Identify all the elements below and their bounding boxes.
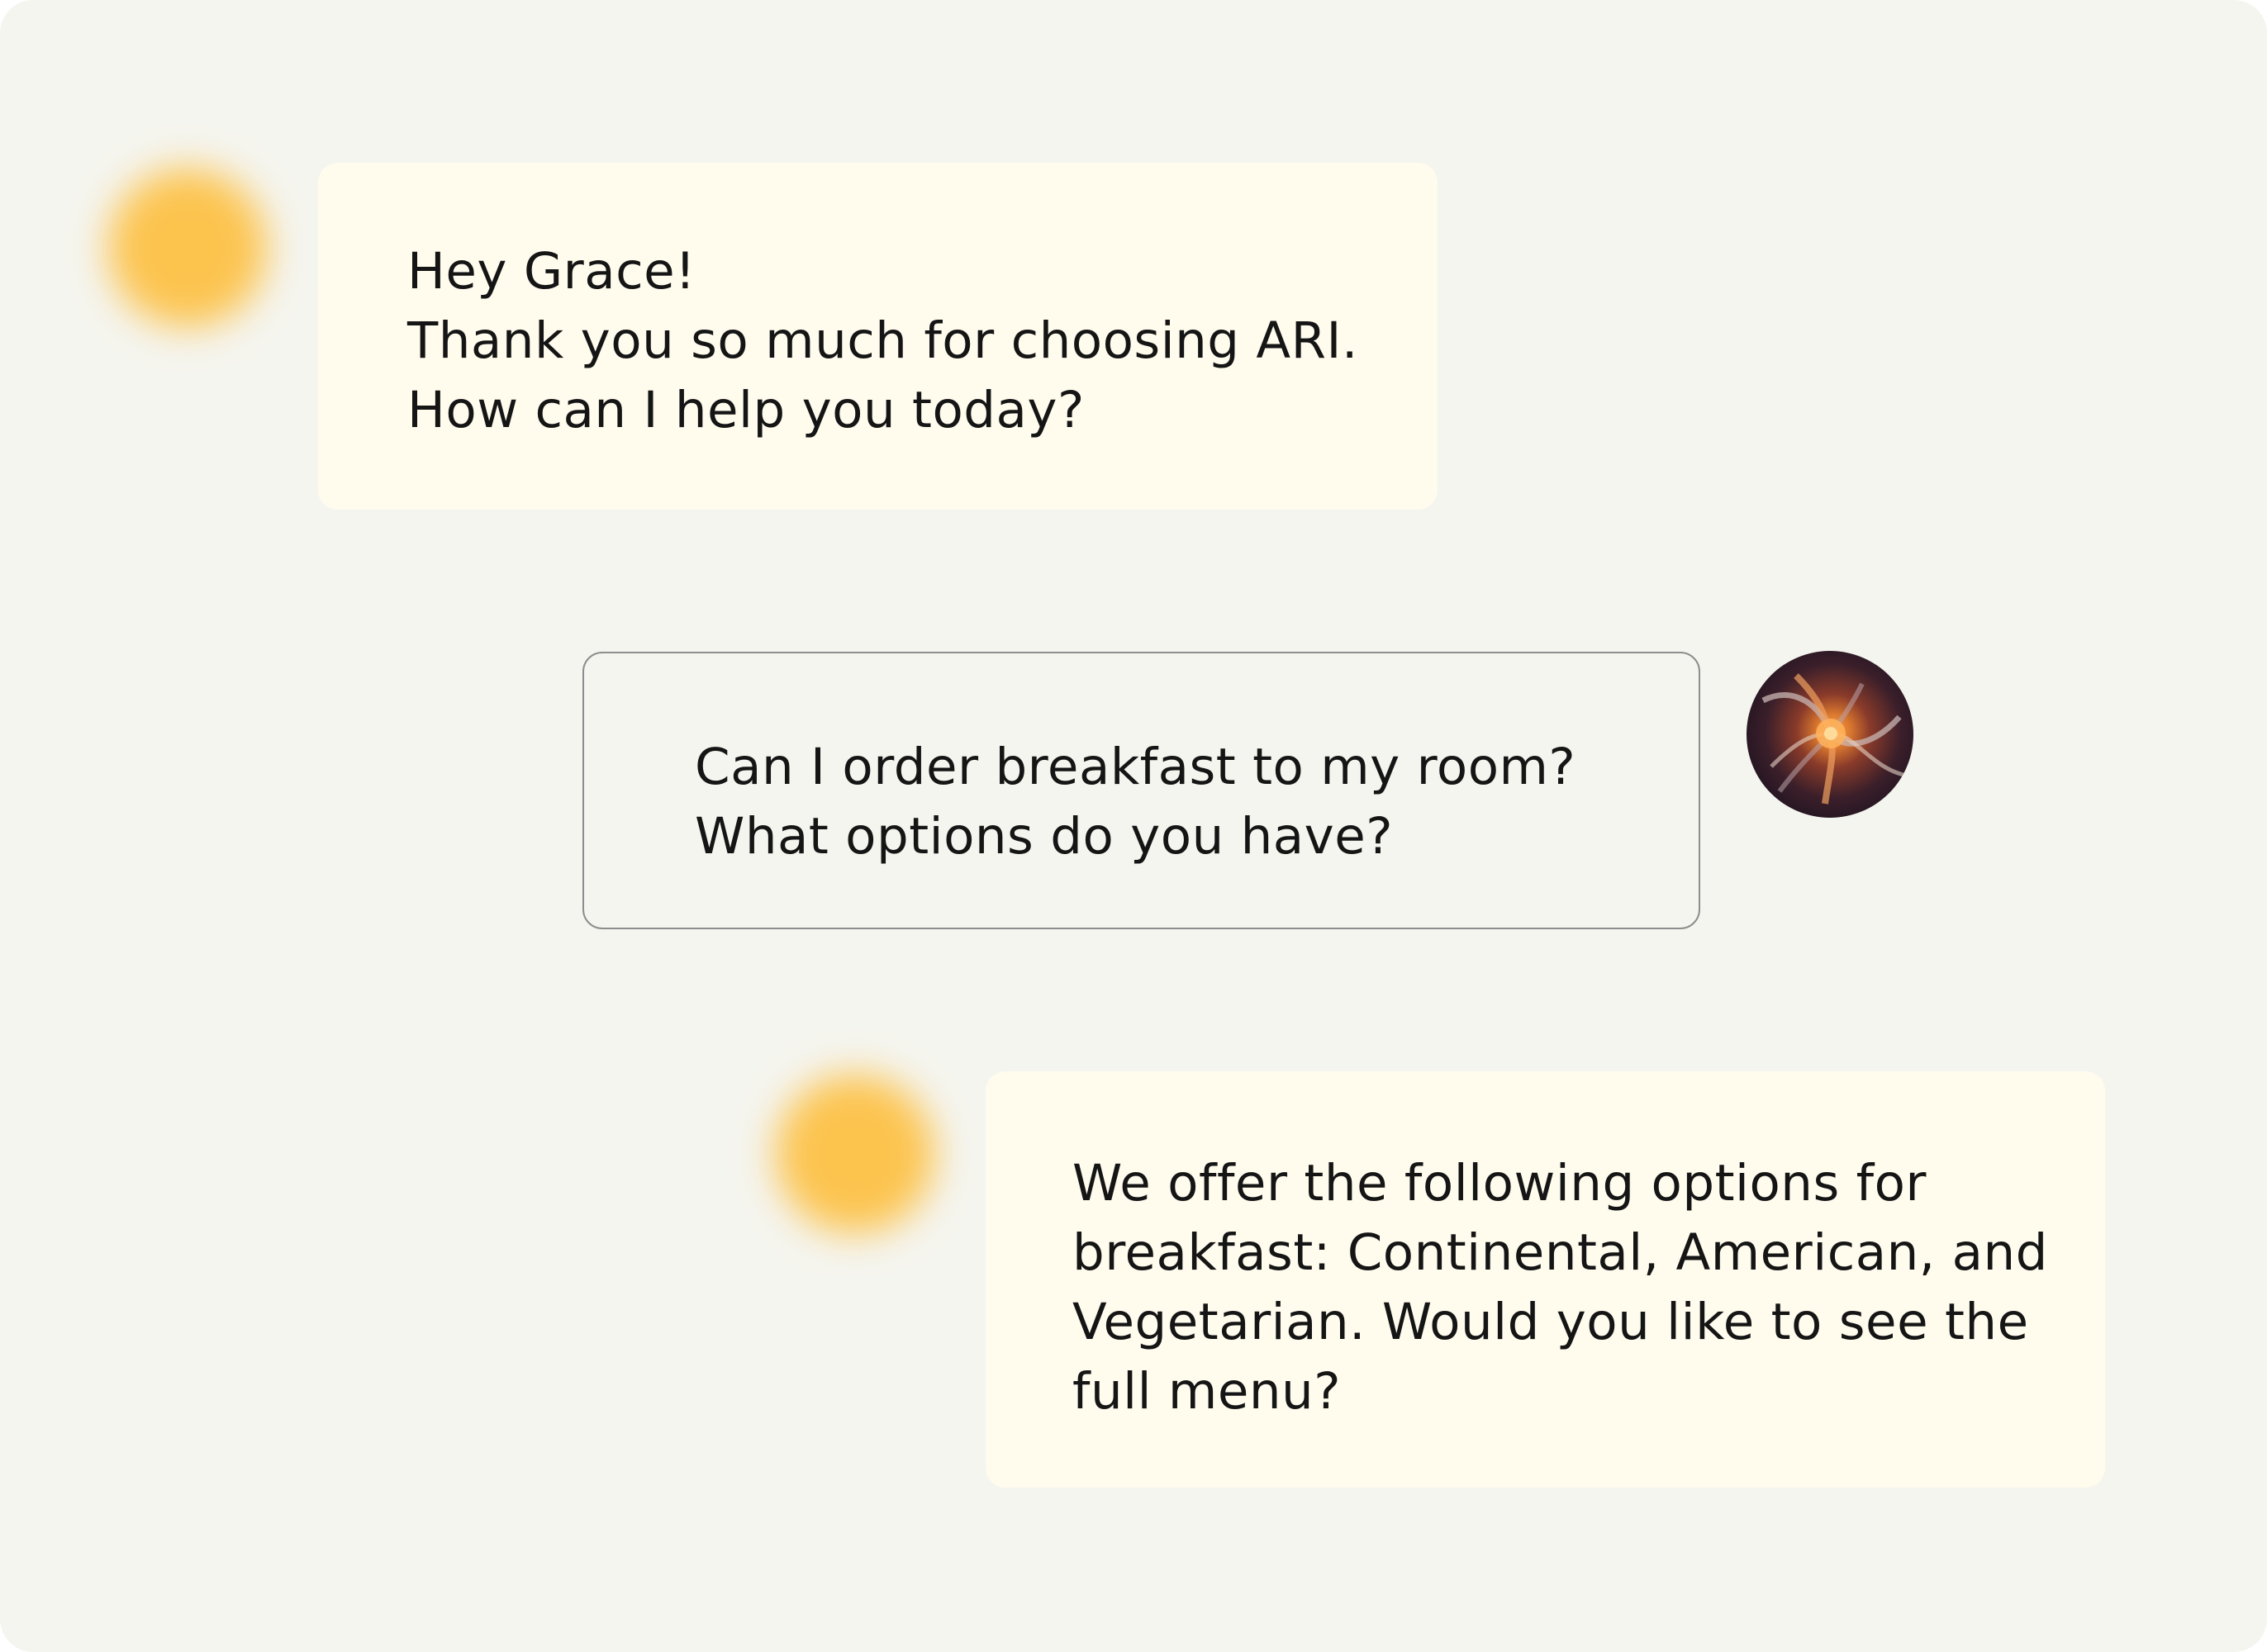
user-avatar-image bbox=[1761, 673, 1904, 805]
message-text-line: Vegetarian. Would you like to see the bbox=[1072, 1293, 2029, 1351]
user-avatar[interactable] bbox=[1747, 651, 1913, 818]
bot-avatar-orb-icon bbox=[93, 153, 283, 343]
user-message-bubble: Can I order breakfast to my room? What o… bbox=[582, 652, 1700, 929]
message-text-line: full menu? bbox=[1072, 1362, 1342, 1421]
bot-message-bubble: We offer the following options for break… bbox=[986, 1071, 2105, 1488]
message-text-line: Hey Grace! bbox=[407, 242, 696, 301]
bot-message-bubble: Hey Grace! Thank you so much for choosin… bbox=[318, 163, 1438, 510]
message-text-line: breakfast: Continental, American, and bbox=[1072, 1223, 2048, 1282]
chat-canvas: Hey Grace! Thank you so much for choosin… bbox=[0, 0, 2267, 1652]
message-text-line: How can I help you today? bbox=[407, 381, 1085, 439]
bot-avatar-orb-icon bbox=[760, 1059, 950, 1249]
message-text-line: What options do you have? bbox=[695, 807, 1394, 866]
message-text-line: Can I order breakfast to my room? bbox=[695, 738, 1576, 796]
message-text-line: Thank you so much for choosing ARI. bbox=[407, 311, 1358, 370]
message-text-line: We offer the following options for bbox=[1072, 1154, 1927, 1213]
